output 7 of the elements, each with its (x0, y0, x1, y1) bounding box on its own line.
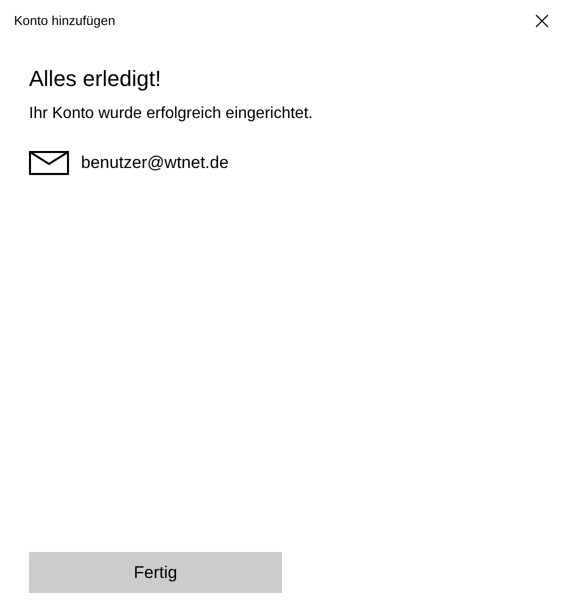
envelope-icon (29, 150, 69, 175)
email-address: benutzer@wtnet.de (81, 152, 229, 174)
done-button[interactable]: Fertig (29, 552, 282, 593)
close-icon[interactable] (535, 14, 549, 28)
heading: Alles erledigt! (29, 65, 162, 93)
message: Ihr Konto wurde erfolgreich eingerichtet. (29, 104, 314, 124)
window-title: Konto hinzufügen (14, 12, 116, 30)
